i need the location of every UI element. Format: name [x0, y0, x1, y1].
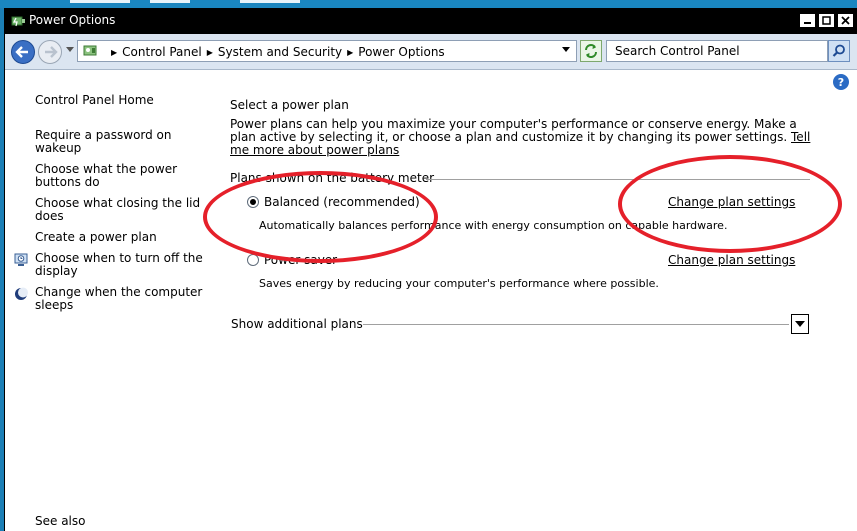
chevron-down-icon	[795, 320, 805, 327]
address-bar: ▶ Control Panel ▶ System and Security ▶ …	[5, 34, 857, 70]
additional-plans-divider	[363, 324, 789, 325]
intro-text: Power plans can help you maximize your c…	[230, 118, 812, 157]
moon-icon	[15, 287, 28, 300]
forward-button[interactable]	[38, 40, 62, 64]
change-plan-settings-balanced[interactable]: Change plan settings	[668, 195, 795, 209]
sidebar-item-closing-lid[interactable]: Choose what closing the lid does	[35, 197, 205, 223]
back-arrow-icon	[15, 46, 28, 58]
breadcrumb-system-and-security[interactable]: System and Security	[218, 45, 342, 59]
plan-name-power-saver[interactable]: Power saver	[264, 253, 337, 267]
desktop-strip	[0, 0, 857, 8]
window-controls	[799, 13, 854, 28]
sidebar-item-create-plan[interactable]: Create a power plan	[35, 231, 205, 244]
intro-body: Power plans can help you maximize your c…	[230, 117, 797, 144]
sidebar: Control Panel Home Require a password on…	[5, 70, 215, 531]
power-options-icon	[11, 16, 25, 27]
help-button[interactable]: ?	[833, 74, 849, 90]
breadcrumb-chevron-icon[interactable]: ▶	[111, 48, 117, 57]
power-options-window: Power Options ▶ Control Panel ▶ System a…	[4, 8, 857, 531]
search-button[interactable]	[828, 40, 850, 62]
maximize-button[interactable]	[818, 13, 835, 28]
recent-pages-dropdown-icon[interactable]	[66, 47, 74, 53]
search-box	[606, 40, 828, 62]
minimize-button[interactable]	[799, 13, 816, 28]
show-additional-plans-label[interactable]: Show additional plans	[231, 317, 363, 331]
plan-description-power-saver: Saves energy by reducing your computer's…	[259, 277, 659, 290]
change-plan-settings-power-saver[interactable]: Change plan settings	[668, 253, 795, 267]
address-dropdown-icon[interactable]	[562, 47, 570, 53]
desktop-mark	[240, 0, 300, 3]
control-panel-icon	[83, 45, 97, 56]
sidebar-item-turn-off-display[interactable]: Choose when to turn off the display	[35, 252, 205, 278]
breadcrumb-chevron-icon[interactable]: ▶	[347, 48, 353, 57]
power-saver-radio[interactable]	[247, 254, 259, 266]
page-title: Select a power plan	[230, 98, 349, 112]
breadcrumb-power-options[interactable]: Power Options	[358, 45, 444, 59]
breadcrumb-chevron-icon[interactable]: ▶	[207, 48, 213, 57]
minimize-icon	[804, 22, 811, 24]
breadcrumb-items: ▶ Control Panel ▶ System and Security ▶ …	[106, 45, 445, 59]
plan-name-balanced[interactable]: Balanced (recommended)	[264, 195, 420, 209]
sidebar-item-require-password[interactable]: Require a password on wakeup	[35, 129, 205, 155]
close-icon	[841, 16, 850, 25]
display-icon	[14, 253, 28, 266]
sidebar-item-computer-sleeps[interactable]: Change when the computer sleeps	[35, 286, 205, 312]
sidebar-item-power-buttons[interactable]: Choose what the power buttons do	[35, 163, 205, 189]
breadcrumb[interactable]: ▶ Control Panel ▶ System and Security ▶ …	[77, 40, 577, 62]
search-icon	[832, 44, 845, 57]
plans-group-label: Plans shown on the battery meter	[230, 171, 435, 185]
group-divider	[426, 179, 810, 180]
forward-arrow-icon	[45, 46, 58, 58]
control-panel-home-link[interactable]: Control Panel Home	[35, 94, 205, 107]
desktop-mark	[150, 0, 190, 3]
maximize-icon	[822, 16, 831, 25]
close-button[interactable]	[837, 13, 854, 28]
breadcrumb-control-panel[interactable]: Control Panel	[122, 45, 202, 59]
back-button[interactable]	[11, 40, 35, 64]
desktop-mark	[70, 0, 130, 3]
search-input[interactable]	[615, 44, 815, 58]
balanced-radio[interactable]	[247, 196, 259, 208]
window-title: Power Options	[29, 13, 116, 27]
refresh-icon	[585, 44, 597, 58]
expand-additional-plans-button[interactable]	[791, 314, 809, 334]
title-bar[interactable]: Power Options	[5, 8, 857, 34]
refresh-button[interactable]	[580, 40, 602, 62]
see-also-heading: See also	[35, 514, 86, 528]
plan-description-balanced: Automatically balances performance with …	[259, 219, 728, 232]
